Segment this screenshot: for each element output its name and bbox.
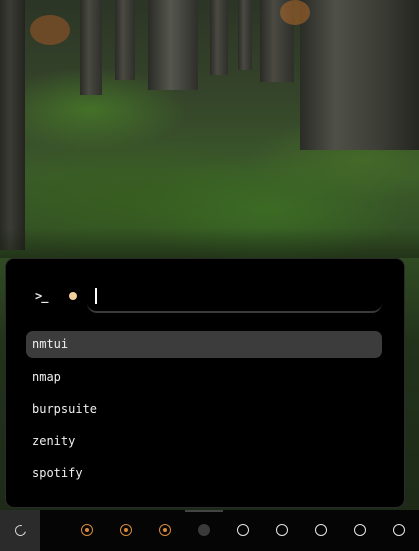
workspace-9-icon[interactable] <box>393 524 405 536</box>
tree-trunk <box>210 0 228 75</box>
tree-trunk <box>115 0 135 80</box>
workspace-4-icon[interactable] <box>198 524 210 536</box>
tree-trunk <box>80 0 102 95</box>
result-item-spotify[interactable]: spotify <box>26 460 382 487</box>
start-menu-button[interactable] <box>0 510 40 551</box>
tree-trunk <box>238 0 252 70</box>
tree-trunk <box>0 0 25 250</box>
tree-trunk <box>148 0 198 90</box>
moss-ground <box>0 228 419 258</box>
tree-trunk <box>300 0 419 150</box>
autumn-leaves <box>280 0 310 25</box>
result-item-burpsuite[interactable]: burpsuite <box>26 396 382 423</box>
workspace-3-icon[interactable] <box>159 524 171 536</box>
result-item-label: nmtui <box>32 337 69 351</box>
workspace-8-icon[interactable] <box>354 524 366 536</box>
text-caret <box>95 288 97 304</box>
workspace-1-icon[interactable] <box>81 524 93 536</box>
result-item-label: nmap <box>32 370 61 384</box>
result-item-nmap[interactable]: nmap <box>26 364 382 391</box>
start-menu-icon <box>12 522 28 539</box>
status-dot-icon <box>69 292 77 300</box>
result-item-label: zenity <box>32 434 76 448</box>
result-item-label: burpsuite <box>32 402 98 416</box>
active-workspace-marker <box>185 510 223 512</box>
terminal-prompt-icon: >_ <box>35 289 48 303</box>
autumn-leaves <box>30 15 70 45</box>
workspace-6-icon[interactable] <box>276 524 288 536</box>
workspace-7-icon[interactable] <box>315 524 327 536</box>
launcher-search-input[interactable] <box>87 281 382 313</box>
result-item-zenity[interactable]: zenity <box>26 428 382 455</box>
workspace-5-icon[interactable] <box>237 524 249 536</box>
result-item-label: spotify <box>32 466 83 480</box>
workspace-2-icon[interactable] <box>120 524 132 536</box>
result-item-nmtui[interactable]: nmtui <box>26 331 382 358</box>
